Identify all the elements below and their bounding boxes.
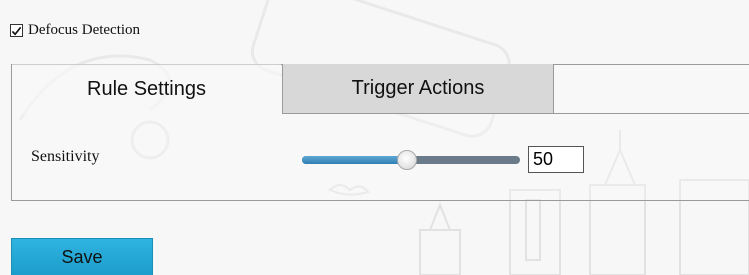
checkmark-icon <box>11 26 22 35</box>
sensitivity-value-input[interactable] <box>528 146 584 173</box>
defocus-detection-label: Defocus Detection <box>28 22 141 38</box>
sensitivity-label: Sensitivity <box>31 148 100 165</box>
tab-strip-divider <box>554 113 749 114</box>
defocus-detection-toggle[interactable]: Defocus Detection <box>10 22 140 39</box>
sensitivity-slider[interactable] <box>302 150 520 170</box>
defocus-detection-checkbox[interactable] <box>10 24 23 37</box>
slider-fill <box>302 156 407 164</box>
slider-thumb[interactable] <box>397 150 417 170</box>
tab-trigger-actions[interactable]: Trigger Actions <box>282 64 554 114</box>
save-button[interactable]: Save <box>11 238 153 275</box>
tab-rule-settings[interactable]: Rule Settings <box>12 64 281 114</box>
